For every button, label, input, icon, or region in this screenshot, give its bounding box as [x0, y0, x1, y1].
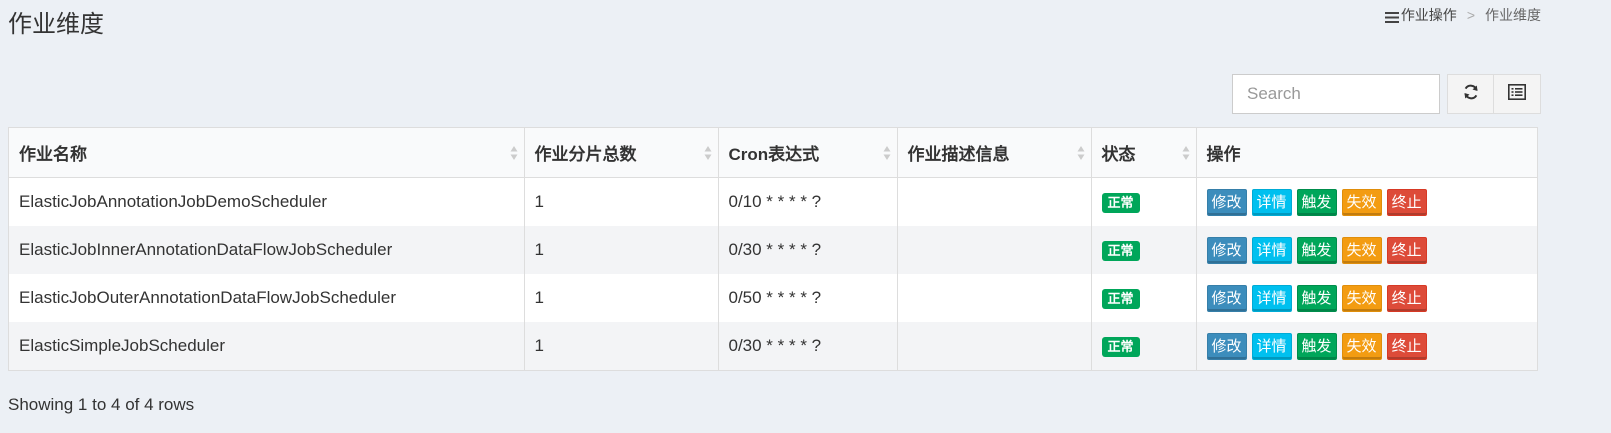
sort-icon	[1182, 145, 1189, 160]
column-header-status[interactable]: 状态	[1091, 128, 1197, 178]
pagination-info: Showing 1 to 4 of 4 rows	[8, 395, 195, 414]
column-header-description[interactable]: 作业描述信息	[897, 128, 1092, 178]
stop-button[interactable]: 终止	[1386, 284, 1427, 312]
shard-total-cell: 1	[524, 177, 719, 226]
disable-button[interactable]: 失效	[1341, 188, 1382, 216]
disable-button[interactable]: 失效	[1341, 284, 1382, 312]
job-name-cell: ElasticSimpleJobScheduler	[9, 322, 525, 370]
edit-button[interactable]: 修改	[1206, 236, 1247, 264]
sort-icon	[510, 145, 517, 160]
trigger-button[interactable]: 触发	[1296, 236, 1337, 264]
stop-button[interactable]: 终止	[1386, 332, 1427, 360]
column-header-job-name[interactable]: 作业名称	[9, 128, 525, 178]
list-icon	[1384, 10, 1399, 23]
column-header-shard-total[interactable]: 作业分片总数	[524, 128, 719, 178]
operations-cell: 修改 详情 触发 失效 终止	[1196, 177, 1537, 226]
job-name-cell: ElasticJobAnnotationJobDemoScheduler	[9, 177, 525, 226]
cron-cell: 0/30 * * * * ?	[718, 226, 898, 274]
toolbar-button-group	[1447, 74, 1541, 114]
disable-button[interactable]: 失效	[1341, 236, 1382, 264]
sort-icon	[1077, 145, 1084, 160]
cron-cell: 0/10 * * * * ?	[718, 177, 898, 226]
breadcrumb-separator: >	[1466, 7, 1475, 23]
table-toolbar	[1232, 74, 1541, 114]
cron-cell: 0/30 * * * * ?	[718, 322, 898, 370]
shard-total-cell: 1	[524, 274, 719, 322]
stop-button[interactable]: 终止	[1386, 236, 1427, 264]
sort-icon	[883, 145, 890, 160]
status-cell: 正常	[1091, 226, 1197, 274]
status-cell: 正常	[1091, 177, 1197, 226]
description-cell	[897, 177, 1092, 226]
page-scrollbar[interactable]	[1597, 0, 1611, 433]
trigger-button[interactable]: 触发	[1296, 188, 1337, 216]
description-cell	[897, 322, 1092, 370]
status-badge: 正常	[1101, 192, 1140, 213]
trigger-button[interactable]: 触发	[1296, 284, 1337, 312]
edit-button[interactable]: 修改	[1206, 284, 1247, 312]
edit-button[interactable]: 修改	[1206, 332, 1247, 360]
status-cell: 正常	[1091, 274, 1197, 322]
jobs-table: 作业名称 作业分片总数 Cron表达式 作业描述信息 状态 操作 Elastic…	[8, 127, 1538, 371]
edit-button[interactable]: 修改	[1206, 188, 1247, 216]
operations-cell: 修改 详情 触发 失效 终止	[1196, 226, 1537, 274]
column-header-operations: 操作	[1196, 128, 1537, 178]
breadcrumb-current: 作业维度	[1485, 7, 1541, 23]
table-row: ElasticJobAnnotationJobDemoScheduler 1 0…	[9, 177, 1537, 226]
refresh-button[interactable]	[1447, 74, 1494, 114]
refresh-icon	[1462, 83, 1480, 106]
shard-total-cell: 1	[524, 226, 719, 274]
sort-icon	[704, 145, 711, 160]
table-row: ElasticJobOuterAnnotationDataFlowJobSche…	[9, 274, 1537, 322]
table-header-row: 作业名称 作业分片总数 Cron表达式 作业描述信息 状态 操作	[9, 128, 1537, 178]
stop-button[interactable]: 终止	[1386, 188, 1427, 216]
job-name-cell: ElasticJobOuterAnnotationDataFlowJobSche…	[9, 274, 525, 322]
description-cell	[897, 274, 1092, 322]
detail-button[interactable]: 详情	[1251, 236, 1292, 264]
status-badge: 正常	[1101, 240, 1140, 261]
detail-button[interactable]: 详情	[1251, 188, 1292, 216]
detail-button[interactable]: 详情	[1251, 284, 1292, 312]
breadcrumb-link-job-ops[interactable]: 作业操作	[1401, 5, 1457, 25]
breadcrumb: 作业操作 > 作业维度	[1384, 5, 1541, 25]
list-icon	[1508, 83, 1526, 105]
detail-button[interactable]: 详情	[1251, 332, 1292, 360]
search-input[interactable]	[1232, 74, 1440, 114]
shard-total-cell: 1	[524, 322, 719, 370]
column-header-cron[interactable]: Cron表达式	[718, 128, 898, 178]
status-badge: 正常	[1101, 288, 1140, 309]
status-badge: 正常	[1101, 336, 1140, 357]
operations-cell: 修改 详情 触发 失效 终止	[1196, 322, 1537, 370]
table-row: ElasticSimpleJobScheduler 1 0/30 * * * *…	[9, 322, 1537, 370]
trigger-button[interactable]: 触发	[1296, 332, 1337, 360]
columns-button[interactable]	[1494, 74, 1541, 114]
table-row: ElasticJobInnerAnnotationDataFlowJobSche…	[9, 226, 1537, 274]
description-cell	[897, 226, 1092, 274]
operations-cell: 修改 详情 触发 失效 终止	[1196, 274, 1537, 322]
job-name-cell: ElasticJobInnerAnnotationDataFlowJobSche…	[9, 226, 525, 274]
cron-cell: 0/50 * * * * ?	[718, 274, 898, 322]
page-title: 作业维度	[8, 11, 104, 38]
status-cell: 正常	[1091, 322, 1197, 370]
disable-button[interactable]: 失效	[1341, 332, 1382, 360]
